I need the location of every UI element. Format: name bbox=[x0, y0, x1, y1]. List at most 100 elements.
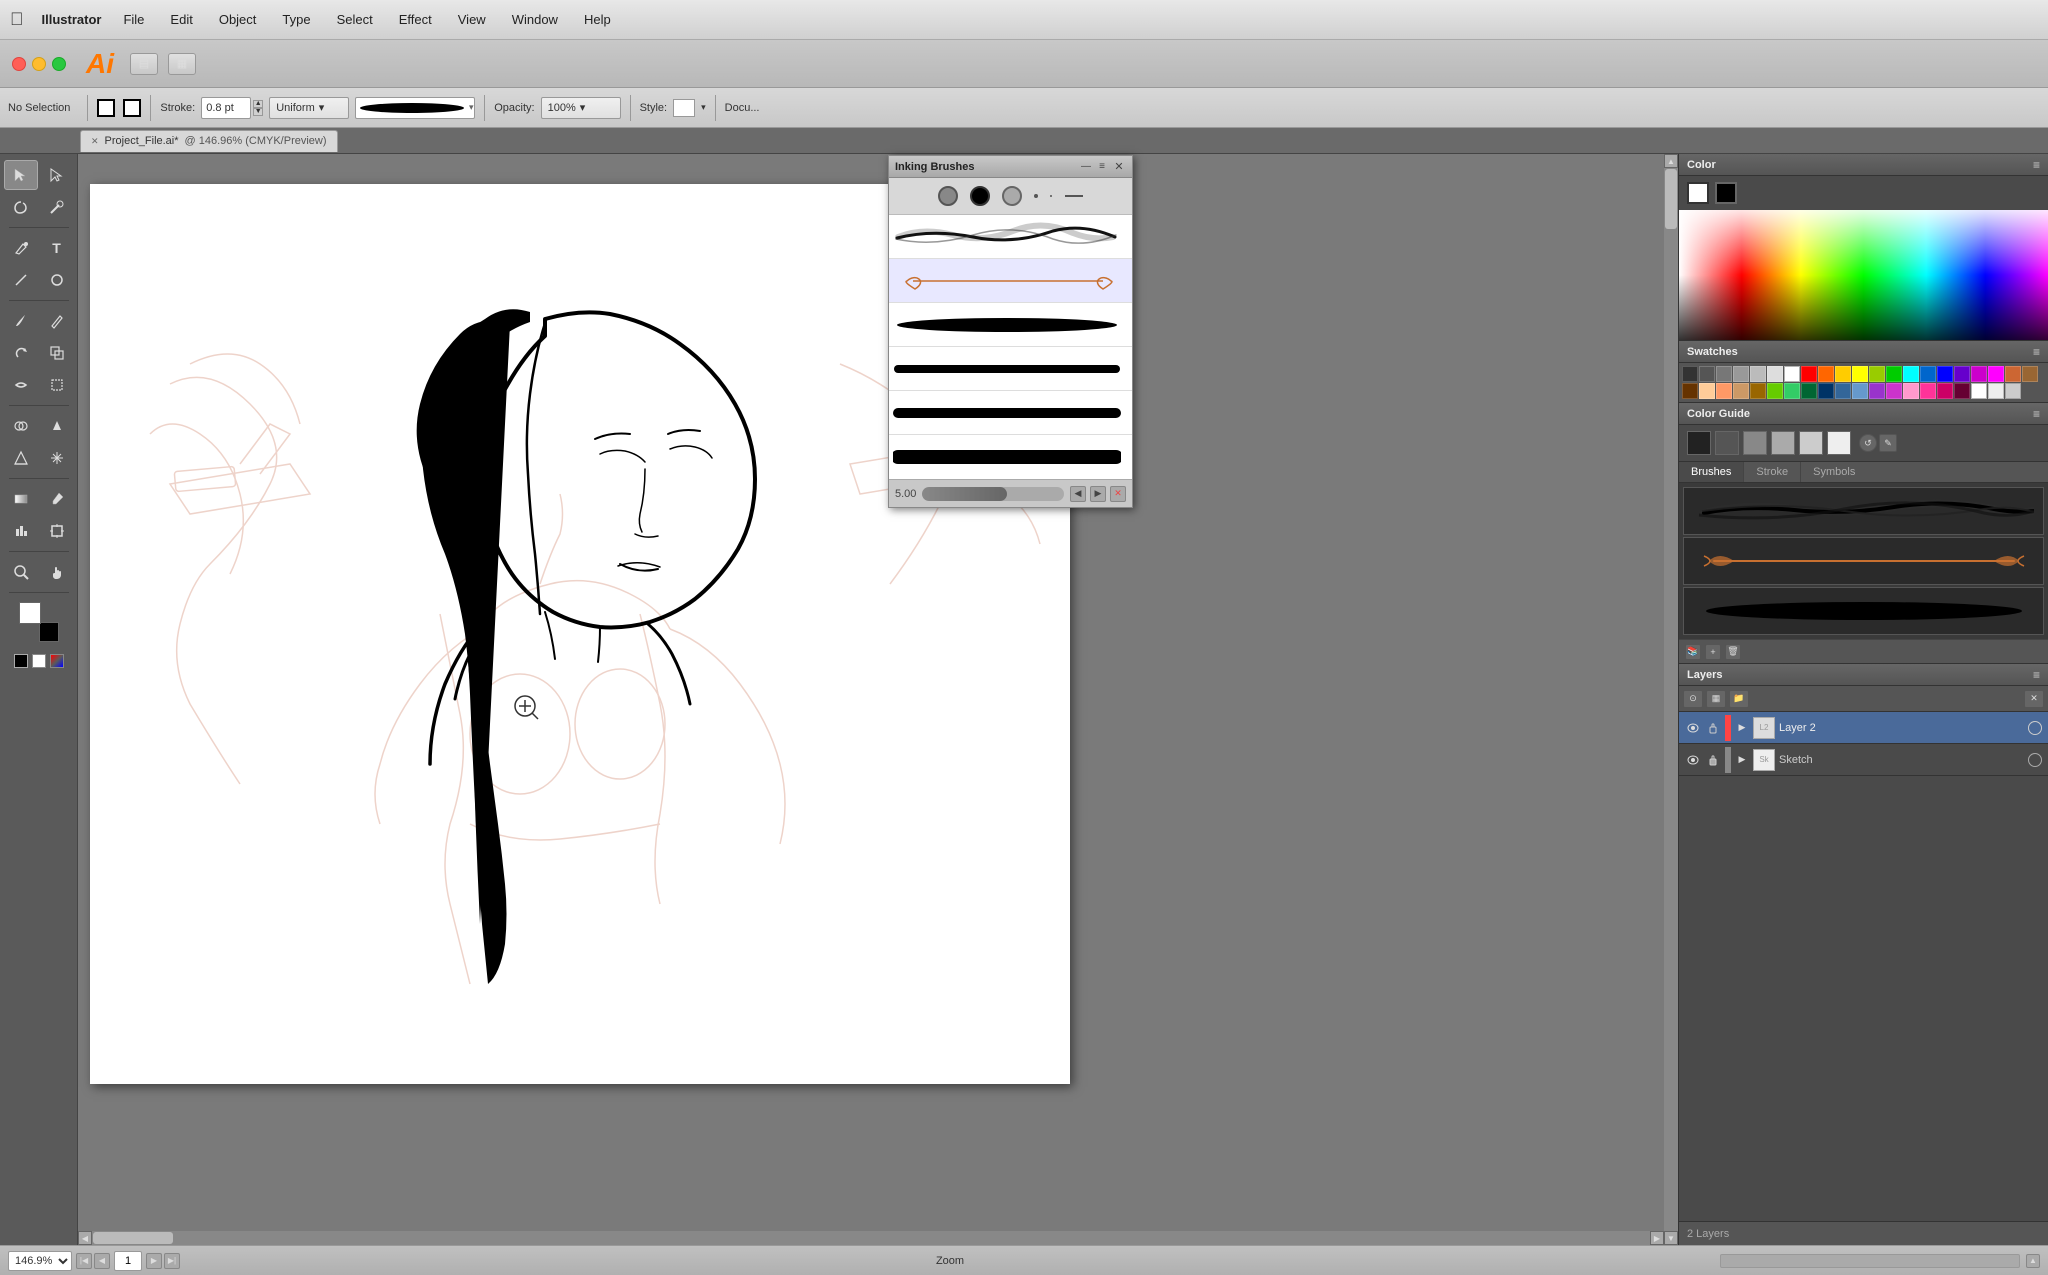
brush-dot-4[interactable] bbox=[1034, 186, 1038, 206]
direct-selection-tool[interactable] bbox=[40, 160, 74, 190]
menu-view[interactable]: View bbox=[454, 10, 490, 29]
shape-builder-tool[interactable] bbox=[4, 411, 38, 441]
swatch-cell[interactable] bbox=[1988, 366, 2004, 382]
tab-brushes[interactable]: Brushes bbox=[1679, 462, 1744, 482]
selection-tool[interactable] bbox=[4, 160, 38, 190]
free-transform-tool[interactable] bbox=[40, 370, 74, 400]
brush-dot-1[interactable] bbox=[938, 186, 958, 206]
color-black-swatch[interactable] bbox=[1715, 182, 1737, 204]
style-dropdown-arrow[interactable]: ▾ bbox=[701, 102, 706, 113]
swatch-cell[interactable] bbox=[1869, 383, 1885, 399]
swatch-cell[interactable] bbox=[1835, 383, 1851, 399]
eyedropper-tool[interactable] bbox=[40, 484, 74, 514]
minimize-button[interactable] bbox=[32, 57, 46, 71]
perspective-grid-tool[interactable] bbox=[4, 443, 38, 473]
cg-swatch-2[interactable] bbox=[1715, 431, 1739, 455]
swatch-cell[interactable] bbox=[1869, 366, 1885, 382]
brush-item-1[interactable] bbox=[1683, 487, 2044, 535]
color-panel-menu[interactable]: ≡ bbox=[2033, 158, 2040, 172]
scroll-up-btn[interactable]: ▲ bbox=[1664, 154, 1678, 168]
menu-type[interactable]: Type bbox=[278, 10, 314, 29]
swatch-cell[interactable] bbox=[1954, 366, 1970, 382]
brush-item-calli[interactable] bbox=[889, 259, 1132, 303]
inking-brushes-collapse[interactable]: — bbox=[1080, 161, 1092, 173]
scroll-thumb[interactable] bbox=[1665, 169, 1677, 229]
stroke-color-swatch[interactable] bbox=[97, 99, 115, 117]
page-prev-btn[interactable]: ◀ bbox=[94, 1253, 110, 1269]
swatch-cell[interactable] bbox=[1767, 366, 1783, 382]
swatch-cell[interactable] bbox=[1954, 383, 1970, 399]
swatch-cell[interactable] bbox=[1733, 383, 1749, 399]
artboard-tool[interactable] bbox=[40, 516, 74, 546]
brush-item-tapered1[interactable] bbox=[889, 303, 1132, 347]
layer-eye-sketch[interactable] bbox=[1685, 752, 1701, 768]
swatch-cell[interactable] bbox=[1903, 366, 1919, 382]
swatch-cell[interactable] bbox=[1767, 383, 1783, 399]
hand-tool[interactable] bbox=[40, 557, 74, 587]
swatch-cell[interactable] bbox=[1835, 366, 1851, 382]
line-tool[interactable] bbox=[4, 265, 38, 295]
swatch-cell[interactable] bbox=[1903, 383, 1919, 399]
warp-tool[interactable] bbox=[4, 370, 38, 400]
brush-dot-5[interactable] bbox=[1050, 186, 1052, 206]
fill-swatch[interactable] bbox=[19, 602, 41, 624]
cg-edit-btn[interactable]: ✎ bbox=[1879, 434, 1897, 452]
scroll-h-thumb[interactable] bbox=[93, 1232, 173, 1244]
swatch-cell[interactable] bbox=[1801, 383, 1817, 399]
cg-harmony-btn[interactable]: ↺ bbox=[1859, 434, 1877, 452]
cg-swatch-4[interactable] bbox=[1771, 431, 1795, 455]
swatch-cell[interactable] bbox=[1971, 383, 1987, 399]
inking-brushes-menu[interactable]: ≡ bbox=[1096, 161, 1108, 173]
layer-folder-btn[interactable]: 📁 bbox=[1729, 690, 1749, 708]
menu-help[interactable]: Help bbox=[580, 10, 615, 29]
swatch-cell[interactable] bbox=[2005, 366, 2021, 382]
mini-stroke-swatch[interactable] bbox=[32, 654, 46, 668]
scroll-left-btn[interactable]: ◀ bbox=[78, 1231, 92, 1245]
color-guide-menu[interactable]: ≡ bbox=[2033, 407, 2040, 421]
swatches-panel-menu[interactable]: ≡ bbox=[2033, 345, 2040, 359]
swatch-cell[interactable] bbox=[1937, 383, 1953, 399]
inking-brushes-slider-track[interactable] bbox=[922, 487, 1064, 501]
swatch-cell[interactable] bbox=[1750, 383, 1766, 399]
tab-close-icon[interactable]: ✕ bbox=[91, 136, 99, 147]
brush-dot-2[interactable] bbox=[970, 186, 990, 206]
status-expand-btn[interactable]: ▲ bbox=[2026, 1254, 2040, 1268]
tab-stroke[interactable]: Stroke bbox=[1744, 462, 1801, 482]
swatch-cell[interactable] bbox=[1852, 366, 1868, 382]
menu-select[interactable]: Select bbox=[333, 10, 377, 29]
tab-symbols[interactable]: Symbols bbox=[1801, 462, 1867, 482]
page-input[interactable] bbox=[114, 1251, 142, 1271]
swatch-cell[interactable] bbox=[1733, 366, 1749, 382]
scroll-h-track[interactable] bbox=[92, 1231, 1650, 1245]
layer-eye-layer2[interactable] bbox=[1685, 720, 1701, 736]
maximize-button[interactable] bbox=[52, 57, 66, 71]
layer-expand-layer2[interactable]: ▶ bbox=[1735, 721, 1749, 735]
opacity-dropdown[interactable]: 100% ▾ bbox=[541, 97, 621, 119]
lasso-tool[interactable] bbox=[4, 192, 38, 222]
scale-tool[interactable] bbox=[40, 338, 74, 368]
brush-item-2[interactable] bbox=[1683, 537, 2044, 585]
swatch-cell[interactable] bbox=[1716, 366, 1732, 382]
brush-preview-control[interactable]: ▾ bbox=[355, 97, 475, 119]
layer-grid-btn[interactable]: ▦ bbox=[1706, 690, 1726, 708]
swatch-cell[interactable] bbox=[1784, 366, 1800, 382]
new-document-button[interactable]: ▤ bbox=[130, 53, 158, 75]
scroll-down-btn[interactable]: ▼ bbox=[1664, 1231, 1678, 1245]
menu-effect[interactable]: Effect bbox=[395, 10, 436, 29]
page-first-btn[interactable]: |◀ bbox=[76, 1253, 92, 1269]
pencil-tool[interactable] bbox=[40, 306, 74, 336]
zoom-dropdown[interactable]: 146.9% bbox=[8, 1251, 72, 1271]
stroke-stepper[interactable]: ▲ ▼ bbox=[253, 100, 263, 116]
page-next-btn[interactable]: ▶ bbox=[146, 1253, 162, 1269]
layer-lock-sketch[interactable] bbox=[1705, 752, 1721, 768]
layer-row-layer2[interactable]: ▶ L2 Layer 2 bbox=[1679, 712, 2048, 744]
layers-panel-menu[interactable]: ≡ bbox=[2033, 668, 2040, 682]
document-tab[interactable]: ✕ Project_File.ai* @ 146.96% (CMYK/Previ… bbox=[80, 130, 338, 152]
brush-dot-3[interactable] bbox=[1002, 186, 1022, 206]
mini-gradient-swatch[interactable] bbox=[50, 654, 64, 668]
swatch-cell[interactable] bbox=[1784, 383, 1800, 399]
swatch-cell[interactable] bbox=[1699, 383, 1715, 399]
mesh-tool[interactable] bbox=[40, 443, 74, 473]
menu-window[interactable]: Window bbox=[508, 10, 562, 29]
inking-brushes-close[interactable]: ✕ bbox=[1112, 160, 1126, 174]
